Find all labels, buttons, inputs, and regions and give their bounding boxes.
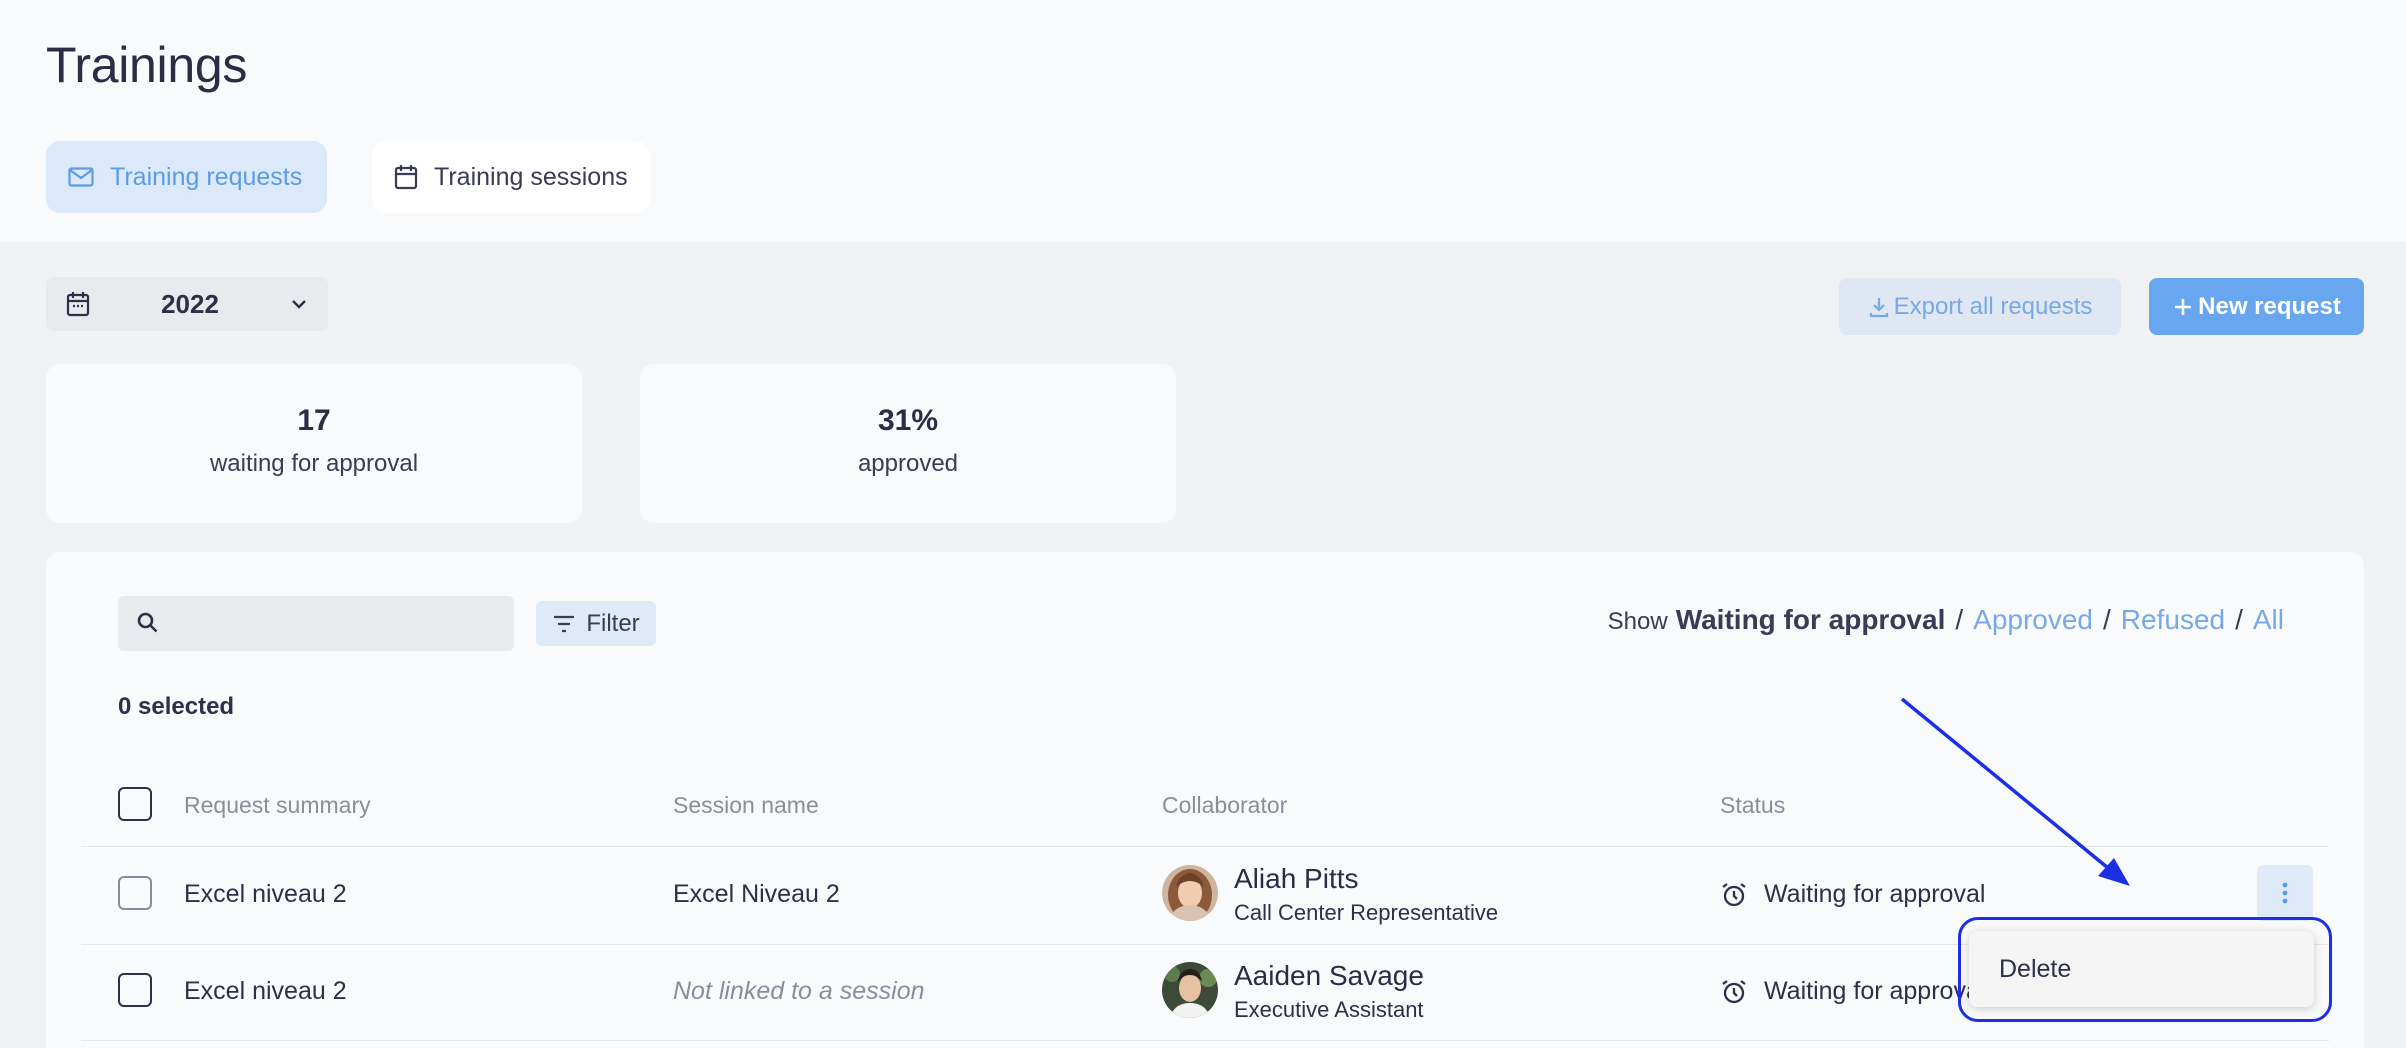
session-name: Excel Niveau 2 <box>673 880 840 908</box>
column-header-request-summary[interactable]: Request summary <box>184 792 371 819</box>
page-header: Trainings Training requests Training ses… <box>0 0 2406 242</box>
row-checkbox[interactable] <box>118 973 152 1007</box>
search-input[interactable] <box>174 596 504 651</box>
row-actions-button[interactable] <box>2257 865 2313 921</box>
column-header-status[interactable]: Status <box>1720 792 1785 819</box>
search-box <box>118 596 514 651</box>
collaborator-name[interactable]: Aliah Pitts <box>1234 863 1359 895</box>
collaborator-role: Executive Assistant <box>1234 997 1424 1022</box>
divider <box>81 1040 2329 1041</box>
select-all-checkbox[interactable] <box>118 787 152 821</box>
separator: / <box>2103 604 2111 635</box>
stat-card-waiting: 17 waiting for approval <box>46 364 582 523</box>
annotation-highlight <box>1958 917 2332 1022</box>
year-value: 2022 <box>161 288 219 319</box>
collaborator-role: Call Center Representative <box>1234 900 1499 925</box>
request-summary[interactable]: Excel niveau 2 <box>184 977 347 1006</box>
new-request-button[interactable]: New request <box>2149 278 2364 335</box>
filter-button[interactable]: Filter <box>536 601 656 646</box>
filter-approved[interactable]: Approved <box>1973 604 2093 636</box>
alarm-clock-icon <box>1722 882 1746 906</box>
selected-count: 0 selected <box>118 693 235 720</box>
mail-icon <box>68 167 94 187</box>
plus-icon <box>2175 298 2192 315</box>
avatar <box>1162 865 1218 921</box>
filter-label: Filter <box>586 609 640 637</box>
separator: / <box>1955 604 1964 635</box>
calendar-icon <box>394 165 418 190</box>
collaborator-name[interactable]: Aaiden Savage <box>1234 960 1424 992</box>
more-vertical-icon <box>2282 882 2288 904</box>
stat-label: waiting for approval <box>209 450 419 477</box>
annotation-arrow-icon <box>1900 697 2130 886</box>
page-title: Trainings <box>46 37 248 93</box>
stat-card-approved: 31% approved <box>640 364 1176 523</box>
status-text: Waiting for approval <box>1764 977 1986 1005</box>
filter-icon <box>554 615 575 632</box>
stat-value: 31% <box>877 404 939 437</box>
stat-label: approved <box>857 450 959 477</box>
status-filter-links: Show Waiting for approval / Approved / R… <box>1608 604 2284 636</box>
chevron-down-icon <box>292 300 306 309</box>
alarm-clock-icon <box>1722 979 1746 1003</box>
year-select[interactable]: 2022 <box>46 277 328 331</box>
calendar-icon <box>66 292 90 317</box>
show-label: Show <box>1607 608 1668 635</box>
tab-label: Training requests <box>110 162 303 191</box>
status-cell: Waiting for approval <box>1720 977 1985 1006</box>
filter-waiting-for-approval[interactable]: Waiting for approval <box>1676 604 1946 636</box>
filter-refused[interactable]: Refused <box>2121 604 2225 636</box>
search-icon <box>137 612 158 633</box>
tab-training-sessions[interactable]: Training sessions <box>372 141 650 213</box>
request-summary[interactable]: Excel niveau 2 <box>184 880 347 909</box>
export-label: Export all requests <box>1893 292 2093 320</box>
session-name: Not linked to a session <box>673 977 925 1005</box>
row-checkbox[interactable] <box>118 876 152 910</box>
column-header-session-name[interactable]: Session name <box>673 792 819 819</box>
filter-all[interactable]: All <box>2253 604 2284 636</box>
column-header-collaborator[interactable]: Collaborator <box>1162 792 1287 819</box>
separator: / <box>2235 604 2243 635</box>
avatar <box>1162 962 1218 1018</box>
export-all-requests-button[interactable]: Export all requests <box>1839 278 2121 335</box>
download-icon <box>1869 297 1888 317</box>
new-request-label: New request <box>2198 292 2341 320</box>
stat-value: 17 <box>297 404 331 437</box>
tab-training-requests[interactable]: Training requests <box>46 141 327 213</box>
tab-label: Training sessions <box>434 162 628 191</box>
